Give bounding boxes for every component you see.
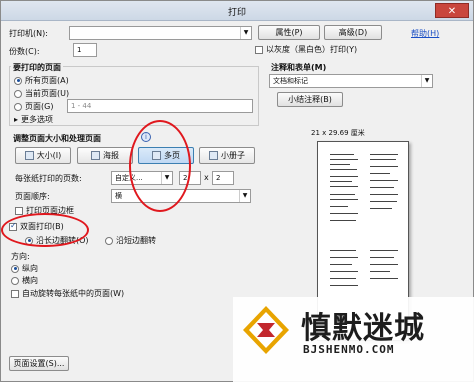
- preview-size: 21 x 29.69 厘米: [311, 129, 365, 137]
- booklet-button-label: 小册子: [221, 151, 245, 160]
- more-options-toggle[interactable]: ▸ 更多选项: [14, 114, 53, 125]
- landscape-label: 横向: [22, 276, 38, 285]
- watermark: 慎默迷城 BJSHENMO.COM: [233, 297, 474, 382]
- range-current-label: 当前页面(U): [25, 89, 70, 98]
- chevron-down-icon: ▼: [239, 190, 250, 202]
- mini-page-1: [328, 150, 360, 232]
- grayscale-checkbox[interactable]: [255, 45, 263, 54]
- page-order-value: 横: [115, 192, 122, 200]
- mini-page-2: [368, 150, 400, 232]
- annotation-circle-duplex: [1, 213, 89, 247]
- watermark-text: 慎默迷城: [301, 311, 425, 346]
- times-label: x: [204, 173, 209, 182]
- poster-button[interactable]: 海报: [77, 147, 133, 164]
- short-edge-label: 沿短边翻转: [116, 236, 156, 245]
- short-edge-option[interactable]: 沿短边翻转: [105, 235, 156, 246]
- comments-title: 注释和表单(M): [269, 62, 329, 73]
- orientation-title: 方向:: [11, 252, 30, 261]
- advanced-button[interactable]: 高级(D): [324, 25, 382, 40]
- watermark-logo-icon: [243, 306, 289, 354]
- range-pages-input[interactable]: 1 - 44: [67, 99, 253, 113]
- booklet-icon: [209, 151, 218, 160]
- size-button-label: 大小(I): [36, 151, 62, 160]
- more-options-label: 更多选项: [21, 115, 54, 124]
- poster-button-label: 海报: [103, 151, 119, 160]
- print-border-checkbox[interactable]: [15, 206, 23, 215]
- range-all-option[interactable]: 所有页面(A): [14, 75, 69, 86]
- grayscale-label: 以灰度（黑白色）打印(Y): [266, 45, 358, 54]
- size-button[interactable]: 大小(I): [15, 147, 71, 164]
- close-icon[interactable]: ✕: [435, 3, 469, 18]
- auto-rotate-checkbox[interactable]: [11, 289, 19, 298]
- print-dialog: 打印 ✕ 打印机(N): ▼ 属性(P) 高级(D) 帮助(H) 份数(C): …: [0, 0, 474, 382]
- portrait-label: 纵向: [22, 264, 38, 273]
- help-link[interactable]: 帮助(H): [411, 28, 439, 39]
- annotation-circle-multi-page: [129, 120, 191, 212]
- range-pages-option[interactable]: 页面(G): [14, 101, 53, 112]
- summarize-comments-button[interactable]: 小结注释(B): [277, 92, 343, 107]
- grayscale-option[interactable]: 以灰度（黑白色）打印(Y): [255, 44, 357, 55]
- portrait-option[interactable]: 纵向: [11, 263, 38, 274]
- page-order-label: 页面顺序:: [15, 192, 50, 201]
- chevron-down-icon: ▼: [421, 75, 432, 87]
- triangle-right-icon: ▸: [14, 115, 19, 124]
- landscape-radio[interactable]: [11, 276, 19, 285]
- auto-rotate-option[interactable]: 自动旋转每张纸中的页面(W): [11, 288, 124, 299]
- landscape-option[interactable]: 横向: [11, 275, 38, 286]
- printer-label: 打印机(N):: [9, 29, 48, 38]
- range-pages-label: 页面(G): [25, 102, 54, 111]
- page-size-icon: [24, 151, 34, 160]
- poster-icon: [91, 151, 100, 160]
- page-range-title: 要打印的页面: [11, 62, 63, 73]
- sizing-title: 调整页面大小和处理页面: [11, 133, 103, 144]
- properties-button[interactable]: 属性(P): [258, 25, 320, 40]
- comments-value: 文档和标记: [273, 77, 308, 85]
- range-pages-radio[interactable]: [14, 102, 22, 111]
- comments-select[interactable]: 文档和标记 ▼: [269, 74, 433, 88]
- page-setup-button[interactable]: 页面设置(S)...: [9, 356, 69, 371]
- copies-label: 份数(C):: [9, 47, 40, 56]
- auto-rotate-label: 自动旋转每张纸中的页面(W): [22, 289, 125, 298]
- printer-select[interactable]: ▼: [69, 26, 252, 40]
- range-current-option[interactable]: 当前页面(U): [14, 88, 69, 99]
- window-title: 打印: [227, 8, 246, 18]
- copies-input[interactable]: 1: [73, 43, 97, 57]
- watermark-url: BJSHENMO.COM: [303, 343, 395, 356]
- rows-input[interactable]: 2: [212, 171, 234, 185]
- range-current-radio[interactable]: [14, 89, 22, 98]
- portrait-radio[interactable]: [11, 264, 19, 273]
- range-all-label: 所有页面(A): [25, 76, 69, 85]
- range-all-radio[interactable]: [14, 76, 22, 85]
- title-bar: 打印 ✕: [1, 1, 473, 21]
- short-edge-radio[interactable]: [105, 236, 113, 245]
- pages-per-sheet-label: 每张纸打印的页数:: [15, 174, 82, 183]
- chevron-down-icon: ▼: [240, 27, 251, 39]
- booklet-button[interactable]: 小册子: [199, 147, 255, 164]
